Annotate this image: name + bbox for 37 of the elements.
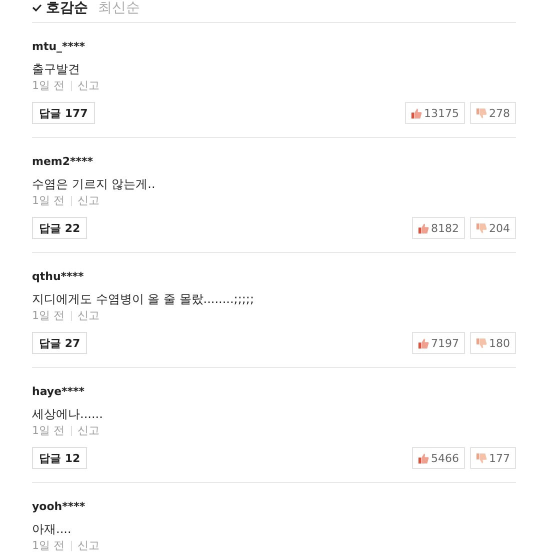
comment-time: 1일 전	[32, 193, 64, 209]
comment-author: haye****	[32, 384, 86, 400]
reply-button[interactable]: 답글 12	[32, 447, 88, 469]
comment-author: yooh****	[32, 499, 86, 515]
check-icon	[32, 4, 42, 12]
comment-author: mem2****	[32, 154, 94, 170]
dislike-button[interactable]: 204	[470, 217, 516, 239]
dislike-button[interactable]: 278	[470, 102, 516, 124]
dislike-button[interactable]: 180	[470, 332, 516, 354]
like-button[interactable]: 7197	[412, 332, 465, 354]
like-button[interactable]: 13175	[405, 102, 465, 124]
thumbs-down-icon	[476, 108, 487, 118]
thumbs-up-icon	[418, 222, 429, 234]
dislike-button[interactable]: 177	[470, 447, 516, 469]
comment-text: 지디에게도 수염병이 올 줄 몰랐........;;;;;	[32, 291, 255, 308]
comment-text: 출구발견	[32, 61, 81, 78]
sort-tab[interactable]: 호감순	[32, 0, 88, 17]
thumbs-down-icon	[476, 452, 487, 464]
thumbs-up-icon	[411, 108, 422, 118]
thumbs-down-icon	[476, 222, 487, 234]
reply-button[interactable]: 답글 22	[32, 217, 88, 239]
comment-time: 1일 전	[32, 423, 64, 439]
comment-text: 세상에나......	[32, 406, 104, 423]
comment-author: mtu_****	[32, 39, 86, 55]
comment-time: 1일 전	[32, 78, 64, 94]
comment-time: 1일 전	[32, 538, 64, 552]
thumbs-down-icon	[476, 338, 487, 348]
comment-text: 수염은 기르지 않는게..	[32, 176, 156, 193]
thumbs-up-icon	[418, 338, 429, 348]
comment-text: 아재....	[32, 521, 72, 538]
like-button[interactable]: 5466	[412, 447, 465, 469]
reply-button[interactable]: 답글 177	[32, 102, 95, 124]
comment-time: 1일 전	[32, 308, 64, 324]
comment-author: qthu****	[32, 269, 85, 285]
like-button[interactable]: 8182	[412, 217, 465, 239]
thumbs-up-icon	[418, 452, 429, 464]
reply-button[interactable]: 답글 27	[32, 332, 88, 354]
